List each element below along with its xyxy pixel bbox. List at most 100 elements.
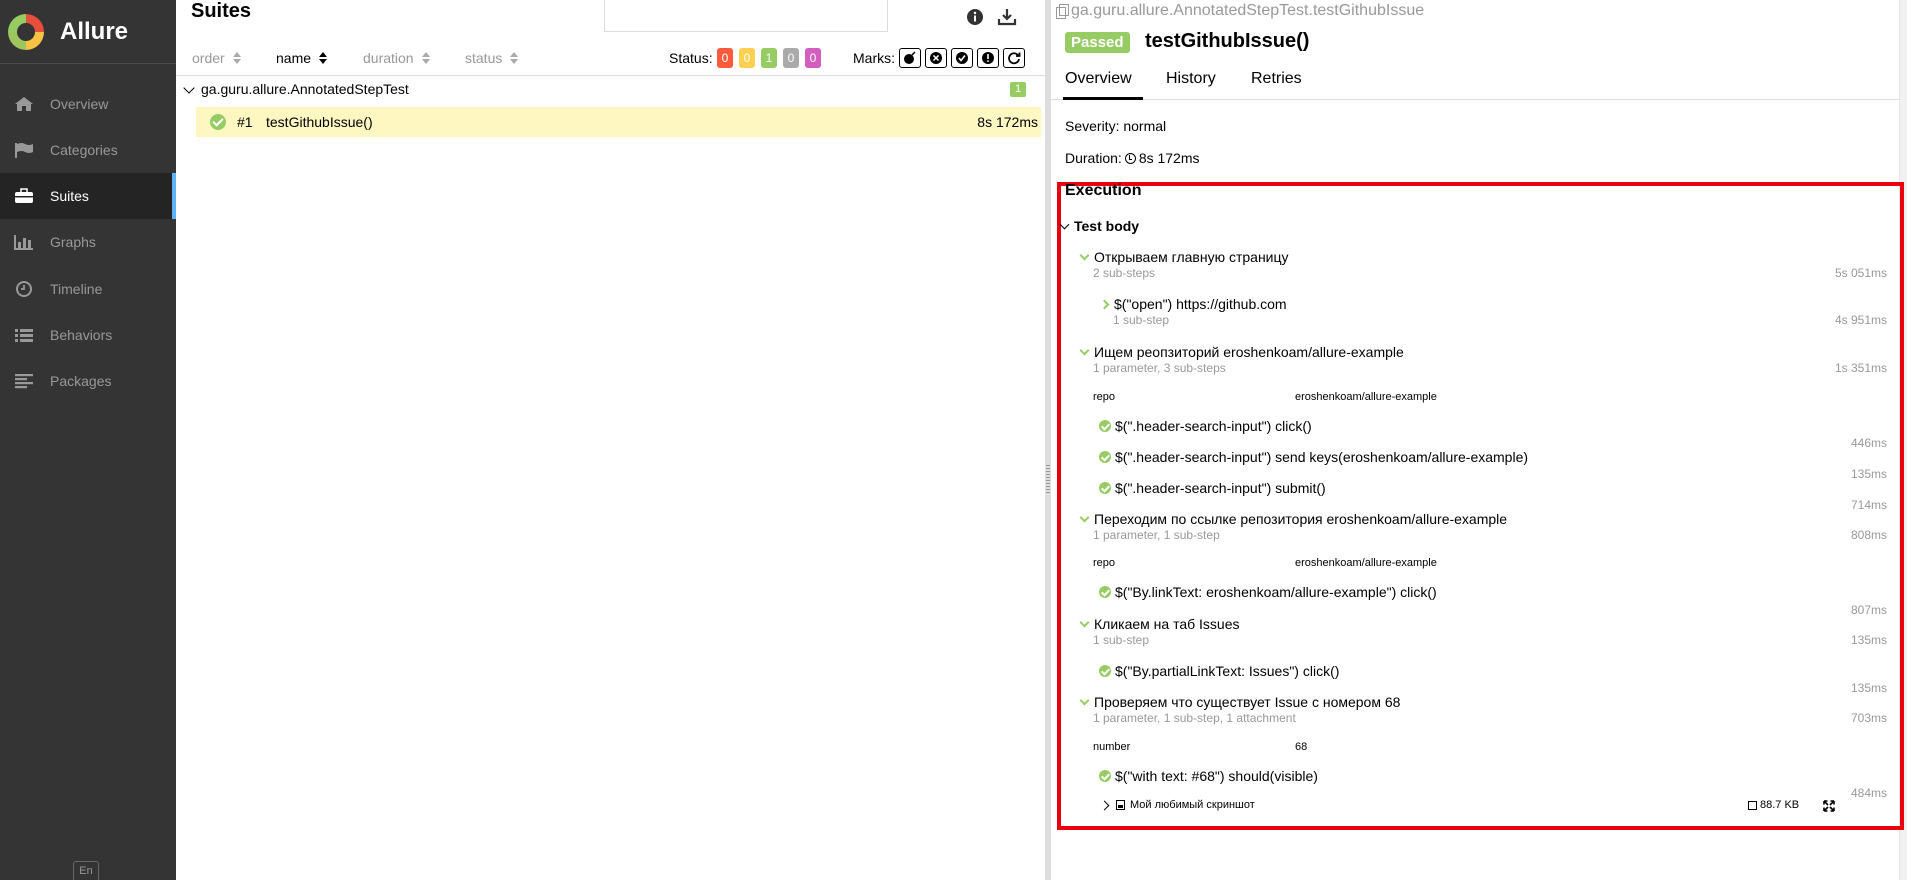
download-icon[interactable] — [996, 6, 1018, 28]
passed-icon — [1099, 451, 1111, 463]
step-click-link[interactable]: $("By.linkText: eroshenkoam/allure-examp… — [1099, 584, 1437, 600]
duration-line: Duration: 8s 172ms — [1065, 150, 1200, 166]
test-duration: 8s 172ms — [977, 114, 1038, 130]
step-check-issue[interactable]: Проверяем что существует Issue с номером… — [1079, 694, 1401, 710]
tab-overview[interactable]: Overview — [1063, 70, 1143, 100]
step-title: Переходим по ссылке репозитория eroshenk… — [1094, 511, 1508, 527]
mark-new-broken-toggle[interactable] — [977, 48, 999, 68]
test-title: testGithubIssue() — [1145, 30, 1310, 52]
step-duration: 703ms — [1850, 711, 1887, 725]
step-duration: 808ms — [1850, 528, 1887, 542]
sort-label: order — [192, 50, 225, 66]
sidebar-item-graphs[interactable]: Graphs — [0, 219, 176, 265]
sort-status[interactable]: status — [465, 50, 519, 66]
status-failed-toggle[interactable]: 0 — [717, 48, 733, 68]
sidebar: Allure Overview Categories Suites Graphs… — [0, 0, 176, 880]
briefcase-icon — [14, 188, 40, 204]
test-number: #1 — [237, 114, 253, 130]
sort-name[interactable]: name — [276, 50, 328, 66]
search-input[interactable] — [604, 0, 888, 32]
chevron-right-icon — [1099, 800, 1110, 810]
mark-retries-toggle[interactable] — [1003, 48, 1025, 68]
align-left-icon — [14, 373, 40, 389]
allure-logo[interactable]: Allure — [8, 10, 168, 54]
language-button[interactable]: En — [73, 861, 99, 880]
step-duration: 135ms — [1850, 467, 1887, 481]
step-title: Проверяем что существует Issue с номером… — [1094, 694, 1401, 710]
sidebar-item-label: Categories — [50, 142, 118, 158]
sidebar-item-overview[interactable]: Overview — [0, 81, 176, 127]
mark-new-passed-toggle[interactable] — [951, 48, 973, 68]
step-duration: 4s 951ms — [1834, 313, 1887, 327]
step-duration: 484ms — [1850, 786, 1887, 800]
suite-group-row[interactable]: ga.guru.allure.AnnotatedStepTest 1 — [176, 80, 1045, 100]
sidebar-item-packages[interactable]: Packages — [0, 358, 176, 404]
app-name: Allure — [60, 18, 129, 45]
status-skipped-toggle[interactable]: 0 — [783, 48, 799, 68]
step-duration: 5s 051ms — [1834, 266, 1887, 280]
test-detail-pane: ga.guru.allure.AnnotatedStepTest.testGit… — [1051, 0, 1907, 880]
copy-icon — [1056, 4, 1069, 19]
sort-icon — [421, 52, 430, 64]
sort-order[interactable]: order — [192, 50, 241, 66]
sidebar-item-label: Timeline — [50, 281, 103, 297]
step-should-visible[interactable]: $("with text: #68") should(visible) — [1099, 768, 1318, 784]
tab-retries[interactable]: Retries — [1251, 70, 1302, 100]
sidebar-item-label: Overview — [50, 96, 109, 112]
sidebar-item-label: Packages — [50, 373, 112, 389]
step-substeps: 1 parameter, 3 sub-steps — [1093, 361, 1226, 375]
sidebar-item-label: Behaviors — [50, 327, 113, 343]
status-broken-toggle[interactable]: 0 — [739, 48, 755, 68]
status-passed-toggle[interactable]: 1 — [761, 48, 777, 68]
step-click-search[interactable]: $(".header-search-input") click() — [1099, 418, 1312, 434]
passed-icon — [1099, 586, 1111, 598]
step-send-keys[interactable]: $(".header-search-input") send keys(eros… — [1099, 449, 1528, 465]
step-open-github[interactable]: $("open") https://github.com — [1099, 296, 1287, 312]
status-badge: Passed — [1065, 32, 1130, 53]
expand-icon[interactable] — [1823, 800, 1835, 812]
attachment-name: Мой любимый скриншот — [1130, 799, 1255, 811]
step-open-repo-link[interactable]: Переходим по ссылке репозитория eroshenk… — [1079, 511, 1508, 527]
test-row[interactable]: #1 testGithubIssue() 8s 172ms — [196, 107, 1041, 137]
info-icon[interactable] — [964, 6, 986, 28]
attachment-row[interactable]: Мой любимый скриншот — [1099, 799, 1255, 811]
mark-flaky-toggle[interactable] — [899, 48, 921, 68]
step-open-main[interactable]: Открываем главную страницу — [1079, 249, 1289, 265]
check-circle-icon — [956, 52, 968, 64]
passed-icon — [1099, 770, 1111, 782]
mark-new-failed-toggle[interactable] — [925, 48, 947, 68]
step-substeps: 1 parameter, 1 sub-step — [1093, 528, 1220, 542]
bar-chart-icon — [14, 234, 40, 250]
duration-label: Duration: — [1065, 150, 1122, 166]
splitter-grip[interactable] — [1046, 465, 1050, 495]
status-unknown-toggle[interactable]: 0 — [805, 48, 821, 68]
allure-logo-icon — [8, 14, 44, 50]
step-submit[interactable]: $(".header-search-input") submit() — [1099, 480, 1326, 496]
step-substeps: 1 sub-step — [1093, 633, 1150, 647]
test-body-toggle[interactable]: Test body — [1059, 218, 1139, 234]
step-substeps: 2 sub-steps — [1093, 266, 1156, 280]
sort-duration[interactable]: duration — [363, 50, 430, 66]
clock-icon — [1124, 152, 1136, 164]
sidebar-item-timeline[interactable]: Timeline — [0, 266, 176, 312]
suite-group-count: 1 — [1010, 82, 1026, 97]
test-full-path[interactable]: ga.guru.allure.AnnotatedStepTest.testGit… — [1056, 2, 1424, 20]
step-title: $(".header-search-input") send keys(eros… — [1115, 449, 1529, 465]
step-search-repo[interactable]: Ищем реопзиторий eroshenkoam/allure-exam… — [1079, 344, 1404, 360]
sidebar-item-categories[interactable]: Categories — [0, 127, 176, 173]
step-title: Ищем реопзиторий eroshenkoam/allure-exam… — [1094, 344, 1404, 360]
sort-label: status — [465, 50, 503, 66]
status-filter-label: Status: — [669, 50, 713, 66]
tab-history[interactable]: History — [1166, 70, 1216, 100]
step-title: $(".header-search-input") click() — [1115, 418, 1312, 434]
execution-highlight — [1057, 182, 1904, 830]
sidebar-item-label: Suites — [50, 188, 89, 204]
param-name: repo — [1093, 557, 1116, 569]
chevron-down-icon — [1079, 617, 1090, 627]
step-click-issues-tab[interactable]: Кликаем на таб Issues — [1079, 616, 1239, 632]
sidebar-item-suites[interactable]: Suites — [0, 173, 176, 219]
sidebar-item-behaviors[interactable]: Behaviors — [0, 312, 176, 358]
list-icon — [14, 327, 40, 343]
sidebar-item-label: Graphs — [50, 234, 96, 250]
step-click-issues[interactable]: $("By.partialLinkText: Issues") click() — [1099, 663, 1339, 679]
